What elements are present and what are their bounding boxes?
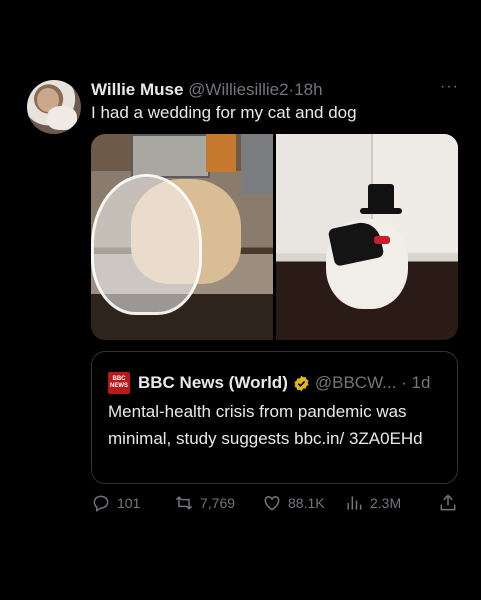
quoted-author-name: BBC News (World)	[138, 373, 288, 392]
quoted-tweet[interactable]: BBC NEWS BBC News (World) @BBCW... · 1d …	[91, 351, 458, 484]
photo-dog-in-veil[interactable]	[91, 134, 273, 340]
quoted-time: 1d	[411, 373, 431, 392]
retweet-count: 7,769	[200, 495, 236, 511]
tweet-text: I had a wedding for my cat and dog	[91, 103, 357, 122]
quoted-separator: ·	[401, 373, 407, 392]
retweet-icon	[175, 496, 193, 510]
like-count: 88.1K	[288, 495, 325, 511]
reply-icon	[93, 495, 109, 512]
reply-count: 101	[117, 495, 141, 511]
reply-button[interactable]: 101	[91, 493, 140, 513]
like-button[interactable]: 88.1K	[262, 493, 325, 513]
author-name[interactable]: Willie Muse	[91, 80, 183, 99]
quoted-tweet-text: Mental-health crisis from pandemic was m…	[108, 402, 423, 448]
views-count: 2.3M	[370, 495, 402, 511]
avatar-cat	[47, 106, 77, 130]
bbc-logo-line-2: NEWS	[110, 383, 128, 389]
avatar[interactable]	[27, 80, 81, 134]
media-grid	[91, 134, 458, 340]
views-button[interactable]: 2.3M	[344, 493, 401, 513]
heart-icon	[264, 495, 280, 511]
photo-cat-in-tuxedo[interactable]	[276, 134, 458, 340]
author-handle[interactable]: @Williesillie2	[188, 80, 288, 99]
share-icon	[440, 494, 456, 511]
quoted-tweet-header: BBC NEWS BBC News (World) @BBCW... · 1d	[108, 372, 430, 394]
verified-badge-icon	[294, 375, 309, 391]
bbc-logo-line-1: BBC	[112, 376, 126, 382]
tweet-actions: 101 7,769 88.1K 2.3M	[91, 493, 458, 517]
tweet-header: Willie Muse @Williesillie2·18h	[91, 80, 323, 100]
tweet-time[interactable]: 18h	[294, 80, 322, 99]
retweet-button[interactable]: 7,769	[174, 493, 235, 513]
share-button[interactable]	[438, 493, 464, 513]
bbc-news-logo: BBC NEWS	[108, 372, 130, 394]
more-options-icon[interactable]: ···	[440, 78, 459, 96]
views-icon	[347, 496, 362, 510]
quoted-author-handle: @BBCW...	[314, 373, 397, 392]
